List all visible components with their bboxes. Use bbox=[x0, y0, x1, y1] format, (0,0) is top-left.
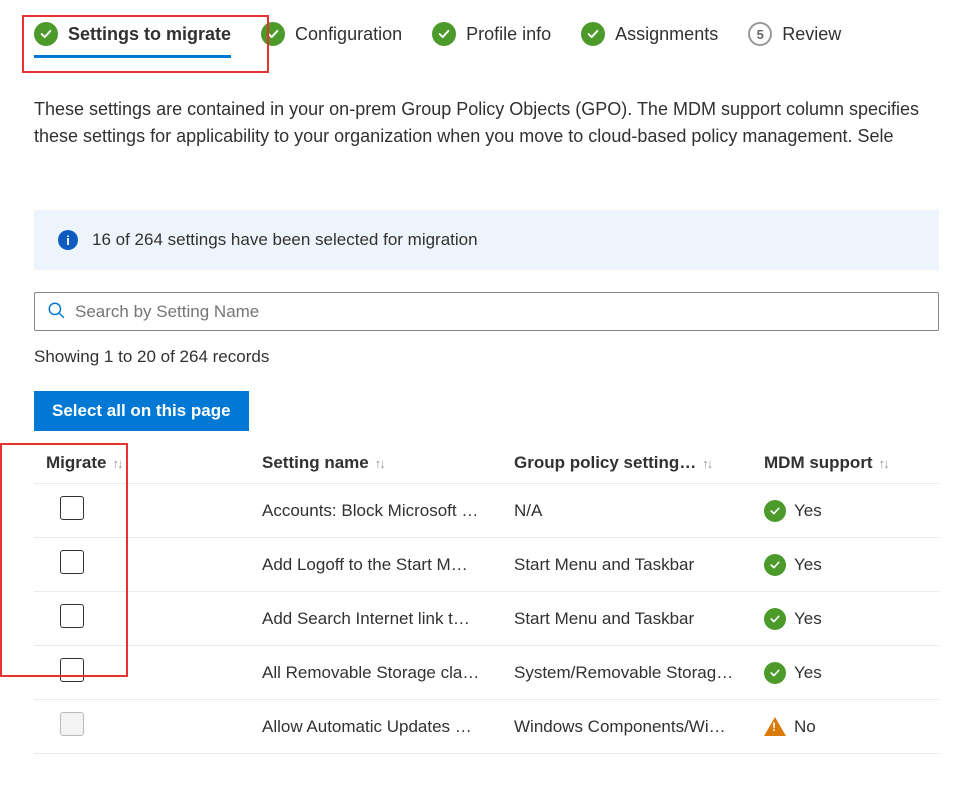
info-icon: i bbox=[58, 230, 78, 250]
check-icon bbox=[432, 22, 456, 46]
records-count: Showing 1 to 20 of 264 records bbox=[34, 347, 939, 367]
tab-label: Profile info bbox=[466, 24, 551, 45]
cell-group-policy: Start Menu and Taskbar bbox=[514, 609, 764, 629]
check-icon bbox=[34, 22, 58, 46]
column-header-group-policy[interactable]: Group policy setting… ↑↓ bbox=[514, 453, 764, 473]
cell-mdm-support: Yes bbox=[764, 554, 939, 576]
table-row: Allow Automatic Updates …Windows Compone… bbox=[34, 700, 939, 754]
success-icon bbox=[764, 554, 786, 576]
sort-icon: ↑↓ bbox=[879, 456, 888, 471]
migrate-checkbox[interactable] bbox=[60, 604, 84, 628]
search-container[interactable] bbox=[34, 292, 939, 331]
table-row: Add Logoff to the Start M…Start Menu and… bbox=[34, 538, 939, 592]
cell-migrate bbox=[34, 604, 262, 633]
cell-migrate bbox=[34, 550, 262, 579]
cell-mdm-support: No bbox=[764, 717, 939, 737]
column-header-label: Migrate bbox=[46, 453, 106, 473]
success-icon bbox=[764, 662, 786, 684]
page-description: These settings are contained in your on-… bbox=[0, 58, 973, 150]
mdm-value: No bbox=[794, 717, 816, 737]
tab-label: Assignments bbox=[615, 24, 718, 45]
tab-review[interactable]: 5 Review bbox=[748, 22, 841, 58]
sort-icon: ↑↓ bbox=[702, 456, 711, 471]
settings-table: Migrate ↑↓ Setting name ↑↓ Group policy … bbox=[34, 443, 939, 754]
tab-profile-info[interactable]: Profile info bbox=[432, 22, 551, 58]
cell-group-policy: Start Menu and Taskbar bbox=[514, 555, 764, 575]
check-icon bbox=[581, 22, 605, 46]
tab-label: Configuration bbox=[295, 24, 402, 45]
search-icon bbox=[47, 301, 65, 322]
cell-migrate bbox=[34, 712, 262, 741]
migrate-checkbox bbox=[60, 712, 84, 736]
select-all-button[interactable]: Select all on this page bbox=[34, 391, 249, 431]
migrate-checkbox[interactable] bbox=[60, 496, 84, 520]
table-row: Add Search Internet link t…Start Menu an… bbox=[34, 592, 939, 646]
cell-setting-name: All Removable Storage cla… bbox=[262, 663, 514, 683]
cell-setting-name: Allow Automatic Updates … bbox=[262, 717, 514, 737]
table-row: All Removable Storage cla…System/Removab… bbox=[34, 646, 939, 700]
cell-group-policy: System/Removable Storag… bbox=[514, 663, 764, 683]
tab-settings-to-migrate[interactable]: Settings to migrate bbox=[34, 22, 231, 58]
cell-mdm-support: Yes bbox=[764, 608, 939, 630]
column-header-label: MDM support bbox=[764, 453, 873, 473]
table-header-row: Migrate ↑↓ Setting name ↑↓ Group policy … bbox=[34, 443, 939, 484]
check-icon bbox=[261, 22, 285, 46]
column-header-label: Group policy setting… bbox=[514, 453, 696, 473]
tab-label: Settings to migrate bbox=[68, 24, 231, 45]
mdm-value: Yes bbox=[794, 663, 822, 683]
search-input[interactable] bbox=[75, 302, 926, 322]
warning-icon bbox=[764, 717, 786, 736]
column-header-label: Setting name bbox=[262, 453, 369, 473]
mdm-value: Yes bbox=[794, 609, 822, 629]
column-header-migrate[interactable]: Migrate ↑↓ bbox=[34, 453, 262, 473]
tab-label: Review bbox=[782, 24, 841, 45]
tab-configuration[interactable]: Configuration bbox=[261, 22, 402, 58]
cell-migrate bbox=[34, 496, 262, 525]
cell-setting-name: Add Logoff to the Start M… bbox=[262, 555, 514, 575]
cell-setting-name: Add Search Internet link t… bbox=[262, 609, 514, 629]
success-icon bbox=[764, 608, 786, 630]
cell-mdm-support: Yes bbox=[764, 662, 939, 684]
sort-icon: ↑↓ bbox=[375, 456, 384, 471]
cell-migrate bbox=[34, 658, 262, 687]
cell-setting-name: Accounts: Block Microsoft … bbox=[262, 501, 514, 521]
mdm-value: Yes bbox=[794, 555, 822, 575]
sort-icon: ↑↓ bbox=[112, 456, 121, 471]
success-icon bbox=[764, 500, 786, 522]
cell-group-policy: Windows Components/Wi… bbox=[514, 717, 764, 737]
cell-mdm-support: Yes bbox=[764, 500, 939, 522]
wizard-tabs: Settings to migrate Configuration Profile … bbox=[0, 0, 973, 58]
info-banner-text: 16 of 264 settings have been selected fo… bbox=[92, 230, 478, 250]
mdm-value: Yes bbox=[794, 501, 822, 521]
migrate-checkbox[interactable] bbox=[60, 658, 84, 682]
cell-group-policy: N/A bbox=[514, 501, 764, 521]
column-header-setting-name[interactable]: Setting name ↑↓ bbox=[262, 453, 514, 473]
info-banner: i 16 of 264 settings have been selected … bbox=[34, 210, 939, 270]
table-row: Accounts: Block Microsoft …N/A Yes bbox=[34, 484, 939, 538]
migrate-checkbox[interactable] bbox=[60, 550, 84, 574]
tab-assignments[interactable]: Assignments bbox=[581, 22, 718, 58]
column-header-mdm-support[interactable]: MDM support ↑↓ bbox=[764, 453, 939, 473]
step-number-icon: 5 bbox=[748, 22, 772, 46]
